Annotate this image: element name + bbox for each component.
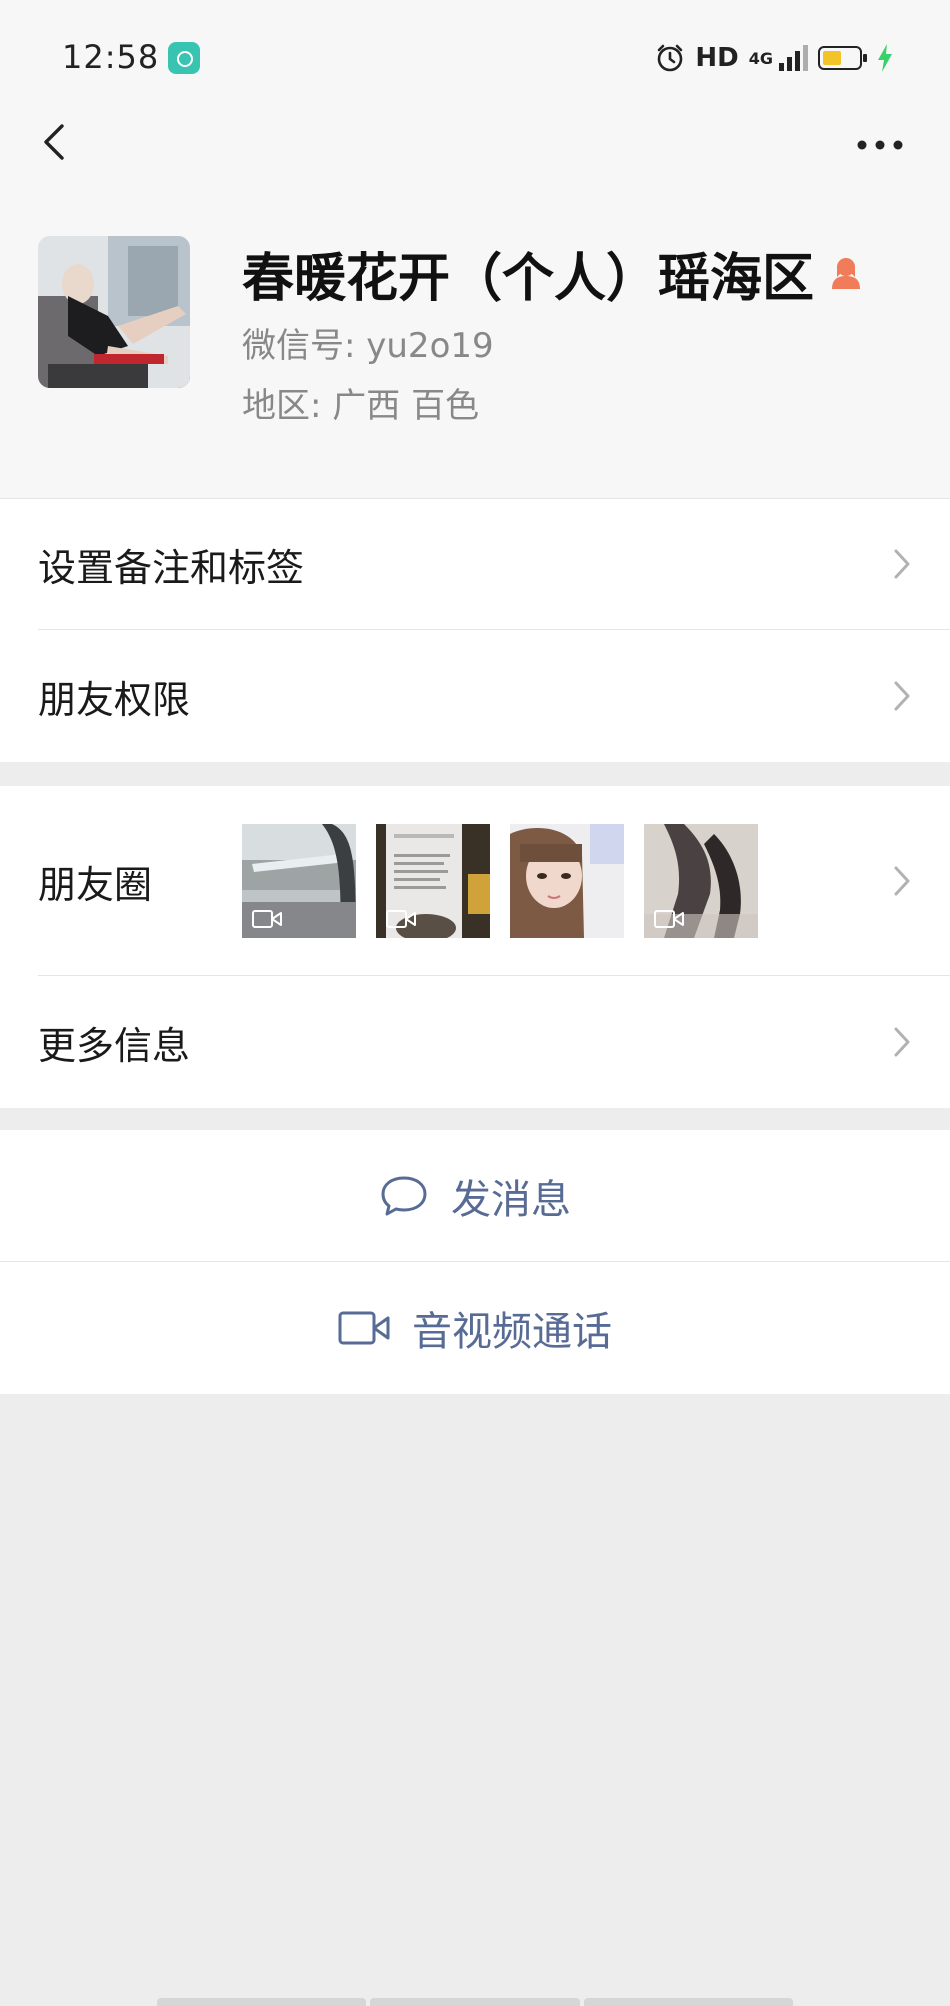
friend-permissions-item[interactable]: 朋友权限 — [0, 630, 950, 762]
video-icon — [654, 910, 684, 928]
more-options-icon[interactable] — [850, 120, 910, 164]
settings-group: 设置备注和标签 朋友权限 — [0, 498, 950, 762]
moments-thumbnail[interactable] — [644, 824, 758, 938]
chevron-right-icon — [894, 1027, 910, 1057]
friend-permissions-label: 朋友权限 — [38, 677, 191, 722]
status-icons: HD 4G — [655, 40, 894, 76]
alarm-icon — [658, 44, 683, 72]
chat-bubble-icon — [381, 1176, 427, 1216]
profile-name: 春暖花开（个人）瑶海区 — [242, 249, 815, 309]
avatar[interactable] — [38, 236, 190, 388]
thumbnail-portrait — [510, 824, 624, 938]
network-type: 4G — [748, 48, 773, 68]
charging-icon — [878, 44, 892, 72]
av-call-button[interactable]: 音视频通话 — [0, 1262, 950, 1394]
moments-label: 朋友圈 — [38, 862, 153, 907]
moments-thumbnail[interactable] — [376, 824, 490, 938]
home-indicator[interactable] — [157, 1998, 793, 2006]
status-bar: 12:58 HD 4G — [0, 0, 950, 116]
more-info-item[interactable]: 更多信息 — [0, 976, 950, 1108]
moments-thumbnails — [242, 824, 758, 938]
video-icon — [386, 910, 416, 928]
female-gender-icon — [832, 257, 861, 289]
chevron-right-icon — [894, 549, 910, 579]
send-message-button[interactable]: 发消息 — [0, 1130, 950, 1262]
remarks-tags-item[interactable]: 设置备注和标签 — [0, 498, 950, 630]
remarks-tags-label: 设置备注和标签 — [38, 545, 305, 590]
video-call-icon — [338, 1311, 390, 1345]
av-call-label: 音视频通话 — [412, 1309, 612, 1355]
chevron-right-icon — [894, 866, 910, 896]
moments-thumbnail[interactable] — [510, 824, 624, 938]
app-notification-icon — [168, 42, 200, 74]
region: 地区: 广西 百色 — [242, 386, 480, 426]
chevron-right-icon — [894, 681, 910, 711]
info-group: 朋友圈 更多信息 — [0, 786, 950, 1108]
back-icon[interactable] — [36, 120, 80, 164]
battery-icon — [818, 46, 867, 70]
status-time: 12:58 — [62, 38, 160, 76]
actions-group: 发消息 音视频通话 — [0, 1130, 950, 1394]
nav-bar — [0, 116, 950, 168]
wechat-id: 微信号: yu2o19 — [242, 326, 494, 366]
moments-item[interactable]: 朋友圈 — [0, 786, 950, 976]
more-info-label: 更多信息 — [38, 1023, 191, 1068]
profile-name-row: 春暖花开（个人）瑶海区 — [242, 236, 864, 311]
signal-strength-icon — [779, 45, 808, 71]
avatar-image — [38, 236, 190, 388]
send-message-label: 发消息 — [451, 1177, 571, 1223]
moments-thumbnail[interactable] — [242, 824, 356, 938]
hd-indicator: HD — [695, 43, 739, 73]
profile-header: 12:58 HD 4G 春暖花开（个人）瑶海区 微信号: yu2o19 地区: … — [0, 0, 950, 498]
video-icon — [252, 910, 282, 928]
